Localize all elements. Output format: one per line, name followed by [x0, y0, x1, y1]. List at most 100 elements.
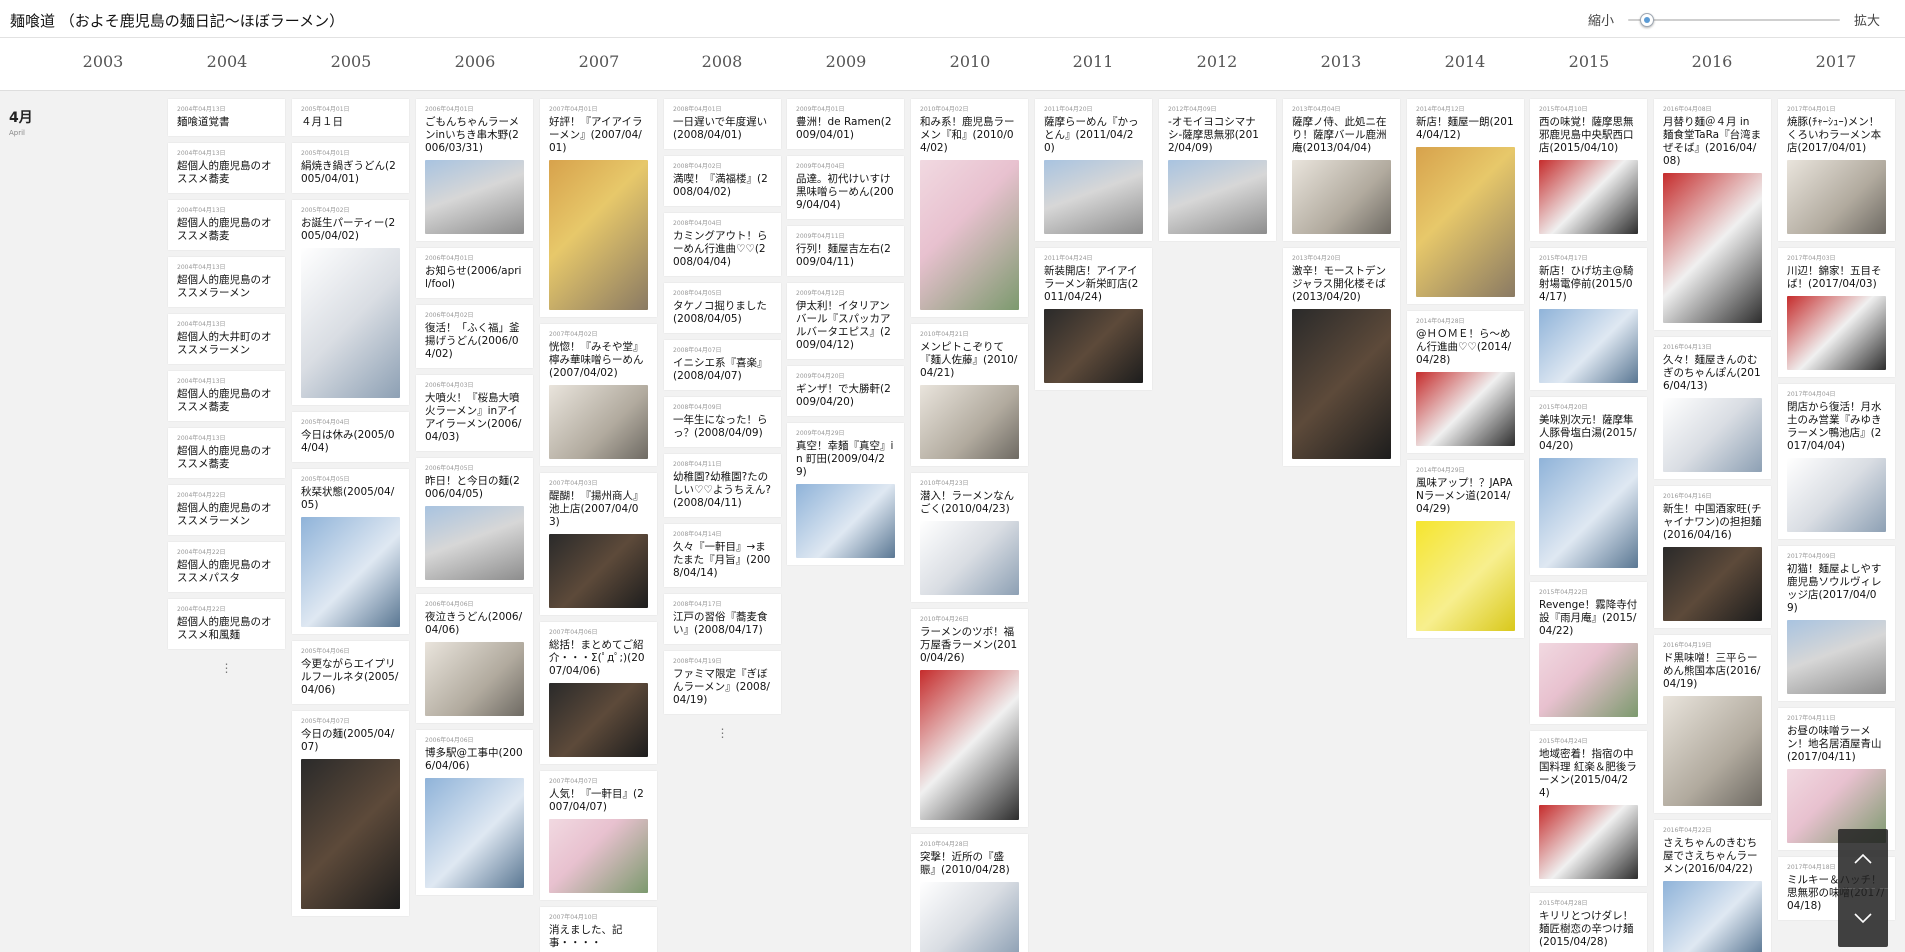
post-thumbnail[interactable]: [1539, 805, 1638, 879]
post-thumbnail[interactable]: [920, 385, 1019, 459]
post-thumbnail[interactable]: [1663, 547, 1762, 621]
more-icon[interactable]: ⋮: [168, 656, 285, 682]
year-label[interactable]: 2010: [950, 52, 991, 71]
post-thumbnail[interactable]: [1663, 696, 1762, 806]
post-card[interactable]: 2009年04月20日 ギンザ！で大勝軒(2009/04/20): [787, 366, 904, 416]
post-title[interactable]: 一年生になった！らっ？(2008/04/09): [673, 414, 772, 440]
year-label[interactable]: 2005: [331, 52, 372, 71]
post-title[interactable]: さえちゃんのきむち屋でさえちゃんラーメン(2016/04/22): [1663, 837, 1762, 876]
post-title[interactable]: 絹焼き鍋ぎうどん(2005/04/01): [301, 160, 400, 186]
post-card[interactable]: 2007年04月01日 好評！『アイアイラーメン』(2007/04/01): [540, 99, 657, 317]
post-card[interactable]: 2004年04月13日 超個人的鹿児島のオススメ蕎麦: [168, 371, 285, 421]
post-card[interactable]: 2014年04月28日 @ＨＯＭＥ！ら〜めん行進曲♡♡(2014/04/28): [1407, 311, 1524, 453]
post-thumbnail[interactable]: [1787, 296, 1886, 370]
post-card[interactable]: 2008年04月09日 一年生になった！らっ？(2008/04/09): [664, 397, 781, 447]
post-thumbnail[interactable]: [1539, 643, 1638, 717]
post-card[interactable]: 2006年04月01日 ごもんちゃんラーメンinいちき串木野(2006/03/31…: [416, 99, 533, 241]
year-label[interactable]: 2006: [455, 52, 496, 71]
post-title[interactable]: 伊太利！イタリアンバール『スパッカアルバータエピス』(2009/04/12): [796, 300, 895, 352]
post-title[interactable]: 江戸の習俗『蕎麦食い』(2008/04/17): [673, 611, 772, 637]
post-card[interactable]: 2005年04月01日 絹焼き鍋ぎうどん(2005/04/01): [292, 143, 409, 193]
post-title[interactable]: 初猫！麺屋よしやす鹿児島ソウルヴィレッジ店(2017/04/09): [1787, 563, 1886, 615]
post-card[interactable]: 2013年04月04日 薩摩ノ侍、此処ニ在り！薩摩バール鹿洲庵(2013/04/0…: [1283, 99, 1400, 241]
post-thumbnail[interactable]: [1416, 147, 1515, 297]
post-title[interactable]: 新装開店！アイアイラーメン新栄町店(2011/04/24): [1044, 265, 1143, 304]
post-card[interactable]: 2013年04月20日 激辛！モーストデンジャラス開化楼そば(2013/04/20…: [1283, 248, 1400, 466]
post-thumbnail[interactable]: [1292, 309, 1391, 459]
post-thumbnail[interactable]: [1292, 160, 1391, 234]
post-card[interactable]: 2009年04月04日 品達。初代けいすけ黒味噌らーめん(2009/04/04): [787, 156, 904, 219]
post-title[interactable]: 豊洲！de Ramen(2009/04/01): [796, 116, 895, 142]
post-card[interactable]: 2007年04月02日 恍惚！『みそや堂』檸み華味噌らーめん(2007/04/02…: [540, 324, 657, 466]
post-title[interactable]: 薩摩らーめん『かっとん』(2011/04/20): [1044, 116, 1143, 155]
post-thumbnail[interactable]: [1539, 458, 1638, 568]
post-title[interactable]: 久々！麺屋きんのむぎのちゃんぽん(2016/04/13): [1663, 354, 1762, 393]
post-title[interactable]: 地域密着！指宿の中国料理 紅楽＆肥後ラーメン(2015/04/24): [1539, 748, 1638, 800]
post-thumbnail[interactable]: [920, 521, 1019, 595]
post-title[interactable]: メンピトこぞりて『麺人佐藤』(2010/04/21): [920, 341, 1019, 380]
post-card[interactable]: 2005年04月06日 今更ながらエイプリルフールネタ(2005/04/06): [292, 641, 409, 704]
post-title[interactable]: 潜入！ラーメンなんごく(2010/04/23): [920, 490, 1019, 516]
post-title[interactable]: 復活！「ふく福」釜揚げうどん(2006/04/02): [425, 322, 524, 361]
post-title[interactable]: 超個人的鹿児島のオススメ和風麺: [177, 616, 276, 642]
year-label[interactable]: 2011: [1073, 52, 1114, 71]
post-card[interactable]: 2006年04月03日 大噴火！『桜島大噴火ラーメン』inアイアイラーメン(200…: [416, 375, 533, 451]
post-title[interactable]: ラーメンのツボ！福万屋香ラーメン(2010/04/26): [920, 626, 1019, 665]
post-card[interactable]: 2014年04月29日 風味アップ！？JAPANラーメン道(2014/04/29): [1407, 460, 1524, 638]
post-title[interactable]: 醍醐！『揚州商人』池上店(2007/04/03): [549, 490, 648, 529]
year-label[interactable]: 2013: [1321, 52, 1362, 71]
post-title[interactable]: ド黒味噌！三平らーめん熊国本店(2016/04/19): [1663, 652, 1762, 691]
year-label[interactable]: 2003: [83, 52, 124, 71]
post-title[interactable]: 消えました、記事・・・・: [549, 924, 648, 950]
zoom-slider-track[interactable]: [1627, 18, 1840, 21]
post-title[interactable]: お昼の味噌ラーメン！地名居酒屋青山(2017/04/11): [1787, 725, 1886, 764]
post-title[interactable]: 超個人的鹿児島のオススメ蕎麦: [177, 160, 276, 186]
post-thumbnail[interactable]: [1044, 160, 1143, 234]
post-card[interactable]: 2009年04月11日 行列！麺屋吉左右(2009/04/11): [787, 226, 904, 276]
post-title[interactable]: お誕生パーティー(2005/04/02): [301, 217, 400, 243]
post-title[interactable]: 新生！中国酒家旺(チャイナワン)の担担麺(2016/04/16): [1663, 503, 1762, 542]
post-title[interactable]: 美味別次元！薩摩隼人豚骨塩白湯(2015/04/20): [1539, 414, 1638, 453]
post-title[interactable]: 麺喰道覚書: [177, 116, 276, 129]
post-title[interactable]: -オモイヨコシマナシ-薩摩思無邪(2012/04/09): [1168, 116, 1267, 155]
post-thumbnail[interactable]: [549, 819, 648, 893]
post-title[interactable]: 突撃！近所の『盛賑』(2010/04/28): [920, 851, 1019, 877]
post-title[interactable]: 大噴火！『桜島大噴火ラーメン』inアイアイラーメン(2006/04/03): [425, 392, 524, 444]
zoom-slider-thumb[interactable]: [1639, 12, 1654, 27]
post-card[interactable]: 2016年04月19日 ド黒味噌！三平らーめん熊国本店(2016/04/19): [1654, 635, 1771, 813]
post-title[interactable]: 西の味覚！薩摩思無邪鹿児島中央駅西口店(2015/04/10): [1539, 116, 1638, 155]
post-title[interactable]: お知らせ(2006/april/fool): [425, 265, 524, 291]
post-card[interactable]: 2008年04月05日 タケノコ掘りました(2008/04/05): [664, 283, 781, 333]
post-card[interactable]: 2009年04月01日 豊洲！de Ramen(2009/04/01): [787, 99, 904, 149]
post-thumbnail[interactable]: [425, 642, 524, 716]
year-label[interactable]: 2004: [207, 52, 248, 71]
year-label[interactable]: 2016: [1692, 52, 1733, 71]
post-title[interactable]: 秋栞状態(2005/04/05): [301, 486, 400, 512]
post-title[interactable]: 今日は休み(2005/04/04): [301, 429, 400, 455]
year-label[interactable]: 2014: [1445, 52, 1486, 71]
post-card[interactable]: 2007年04月10日 消えました、記事・・・・: [540, 907, 657, 952]
post-card[interactable]: 2005年04月02日 お誕生パーティー(2005/04/02): [292, 200, 409, 405]
post-title[interactable]: 博多駅@工事中(2006/04/06): [425, 747, 524, 773]
post-card[interactable]: 2015年04月10日 西の味覚！薩摩思無邪鹿児島中央駅西口店(2015/04/1…: [1530, 99, 1647, 241]
post-thumbnail[interactable]: [1663, 173, 1762, 323]
post-title[interactable]: 川辺！錦家！五目そば！(2017/04/03): [1787, 265, 1886, 291]
post-card[interactable]: 2006年04月01日 お知らせ(2006/april/fool): [416, 248, 533, 298]
year-label[interactable]: 2008: [702, 52, 743, 71]
post-card[interactable]: 2015年04月28日 キリリとつけダレ！麺匠樹恋の辛つけ麺(2015/04/28…: [1530, 893, 1647, 952]
post-title[interactable]: Revenge！霧降寺付設『雨月庵』(2015/04/22): [1539, 599, 1638, 638]
post-card[interactable]: 2008年04月11日 幼稚園?幼稚園?たのしい♡♡ようちえん?(2008/04/…: [664, 454, 781, 517]
post-card[interactable]: 2016年04月13日 久々！麺屋きんのむぎのちゃんぽん(2016/04/13): [1654, 337, 1771, 479]
post-title[interactable]: 恍惚！『みそや堂』檸み華味噌らーめん(2007/04/02): [549, 341, 648, 380]
post-card[interactable]: 2015年04月17日 新店！ひげ坊主@騎射場電停前(2015/04/17): [1530, 248, 1647, 390]
post-card[interactable]: 2005年04月05日 秋栞状態(2005/04/05): [292, 469, 409, 634]
post-card[interactable]: 2004年04月13日 超個人的大井町のオススメラーメン: [168, 314, 285, 364]
post-title[interactable]: 超個人的大井町のオススメラーメン: [177, 331, 276, 357]
year-label[interactable]: 2012: [1197, 52, 1238, 71]
post-title[interactable]: 人気！『一軒目』(2007/04/07): [549, 788, 648, 814]
post-card[interactable]: 2015年04月24日 地域密着！指宿の中国料理 紅楽＆肥後ラーメン(2015/0…: [1530, 731, 1647, 886]
post-title[interactable]: 一日遅いで年度遅い(2008/04/01): [673, 116, 772, 142]
post-card[interactable]: 2011年04月20日 薩摩らーめん『かっとん』(2011/04/20): [1035, 99, 1152, 241]
post-card[interactable]: 2010年04月23日 潜入！ラーメンなんごく(2010/04/23): [911, 473, 1028, 602]
post-title[interactable]: 行列！麺屋吉左右(2009/04/11): [796, 243, 895, 269]
